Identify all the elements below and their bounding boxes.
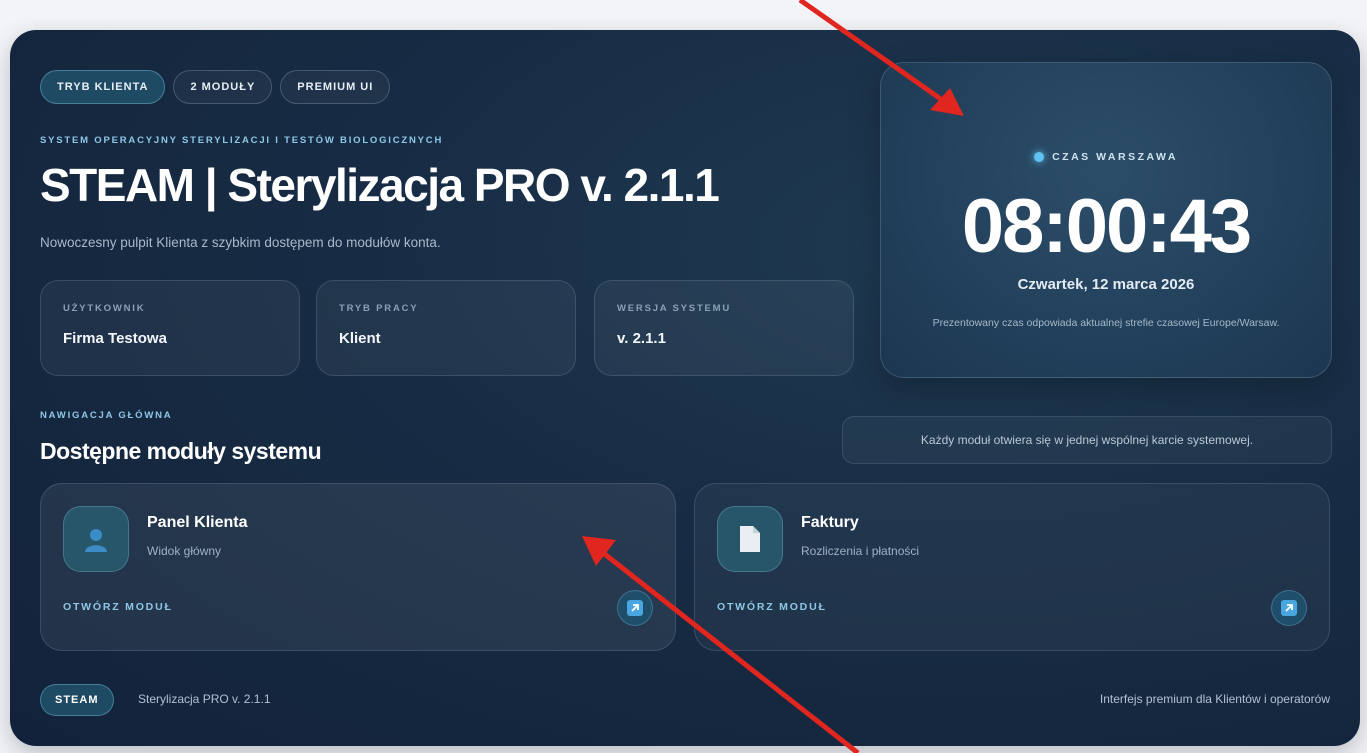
info-label-version: WERSJA SYSTEMU: [617, 303, 732, 314]
status-dot-icon: [1034, 152, 1045, 162]
user-info-card: UŻYTKOWNIK Firma Testowa: [40, 280, 300, 376]
module-card-client-panel[interactable]: Panel Klienta Widok główny OTWÓRZ MODUŁ: [40, 483, 676, 651]
module-card-invoices[interactable]: Faktury Rozliczenia i płatności OTWÓRZ M…: [694, 483, 1330, 651]
open-module-button[interactable]: [617, 590, 653, 626]
mode-chips: TRYB KLIENTA 2 MODUŁY PREMIUM UI: [40, 70, 391, 104]
chip-premium-ui[interactable]: PREMIUM UI: [280, 70, 391, 104]
clock-date: Czwartek, 12 marca 2026: [1017, 276, 1195, 293]
module-name: Panel Klienta: [147, 514, 248, 531]
external-link-icon: [627, 600, 643, 616]
modules-note: Każdy moduł otwiera się w jednej wspólne…: [842, 416, 1332, 464]
page-subtitle: Nowoczesny pulpit Klienta z szybkim dost…: [40, 235, 441, 250]
info-label-mode: TRYB PRACY: [339, 303, 419, 314]
info-value-user: Firma Testowa: [63, 330, 167, 347]
user-icon: [63, 506, 129, 572]
footer-version-text: Sterylizacja PRO v. 2.1.1: [138, 692, 271, 706]
chip-modules-count[interactable]: 2 MODUŁY: [173, 70, 273, 104]
chip-client-mode[interactable]: TRYB KLIENTA: [40, 70, 166, 104]
system-eyebrow: SYSTEM OPERACYJNY STERYLIZACJI I TESTÓW …: [40, 135, 444, 146]
footer-brand-chip: STEAM: [40, 684, 114, 716]
clock-label: CZAS WARSZAWA: [881, 151, 1331, 163]
nav-eyebrow: NAWIGACJA GŁÓWNA: [40, 410, 173, 421]
info-value-mode: Klient: [339, 330, 381, 347]
document-icon: [717, 506, 783, 572]
footer-tagline: Interfejs premium dla Klientów i operato…: [1099, 692, 1330, 706]
open-module-link[interactable]: OTWÓRZ MODUŁ: [717, 601, 827, 613]
clock-timezone-note: Prezentowany czas odpowiada aktualnej st…: [932, 317, 1280, 329]
info-label-user: UŻYTKOWNIK: [63, 303, 146, 314]
clock-card: CZAS WARSZAWA 08:00:43 Czwartek, 12 marc…: [880, 62, 1332, 378]
module-name: Faktury: [801, 514, 859, 531]
external-link-icon: [1281, 600, 1297, 616]
clock-label-text: CZAS WARSZAWA: [1052, 151, 1178, 163]
dashboard-panel: TRYB KLIENTA 2 MODUŁY PREMIUM UI SYSTEM …: [10, 30, 1360, 746]
clock-time: 08:00:43: [961, 184, 1252, 269]
module-desc: Rozliczenia i płatności: [801, 544, 920, 558]
open-module-button[interactable]: [1271, 590, 1307, 626]
modules-heading: Dostępne moduły systemu: [40, 438, 322, 464]
work-mode-card: TRYB PRACY Klient: [316, 280, 576, 376]
system-version-card: WERSJA SYSTEMU v. 2.1.1: [594, 280, 854, 376]
info-value-version: v. 2.1.1: [617, 330, 666, 347]
page-title: STEAM | Sterylizacja PRO v. 2.1.1: [40, 159, 720, 211]
module-desc: Widok główny: [147, 544, 222, 558]
open-module-link[interactable]: OTWÓRZ MODUŁ: [63, 601, 173, 613]
